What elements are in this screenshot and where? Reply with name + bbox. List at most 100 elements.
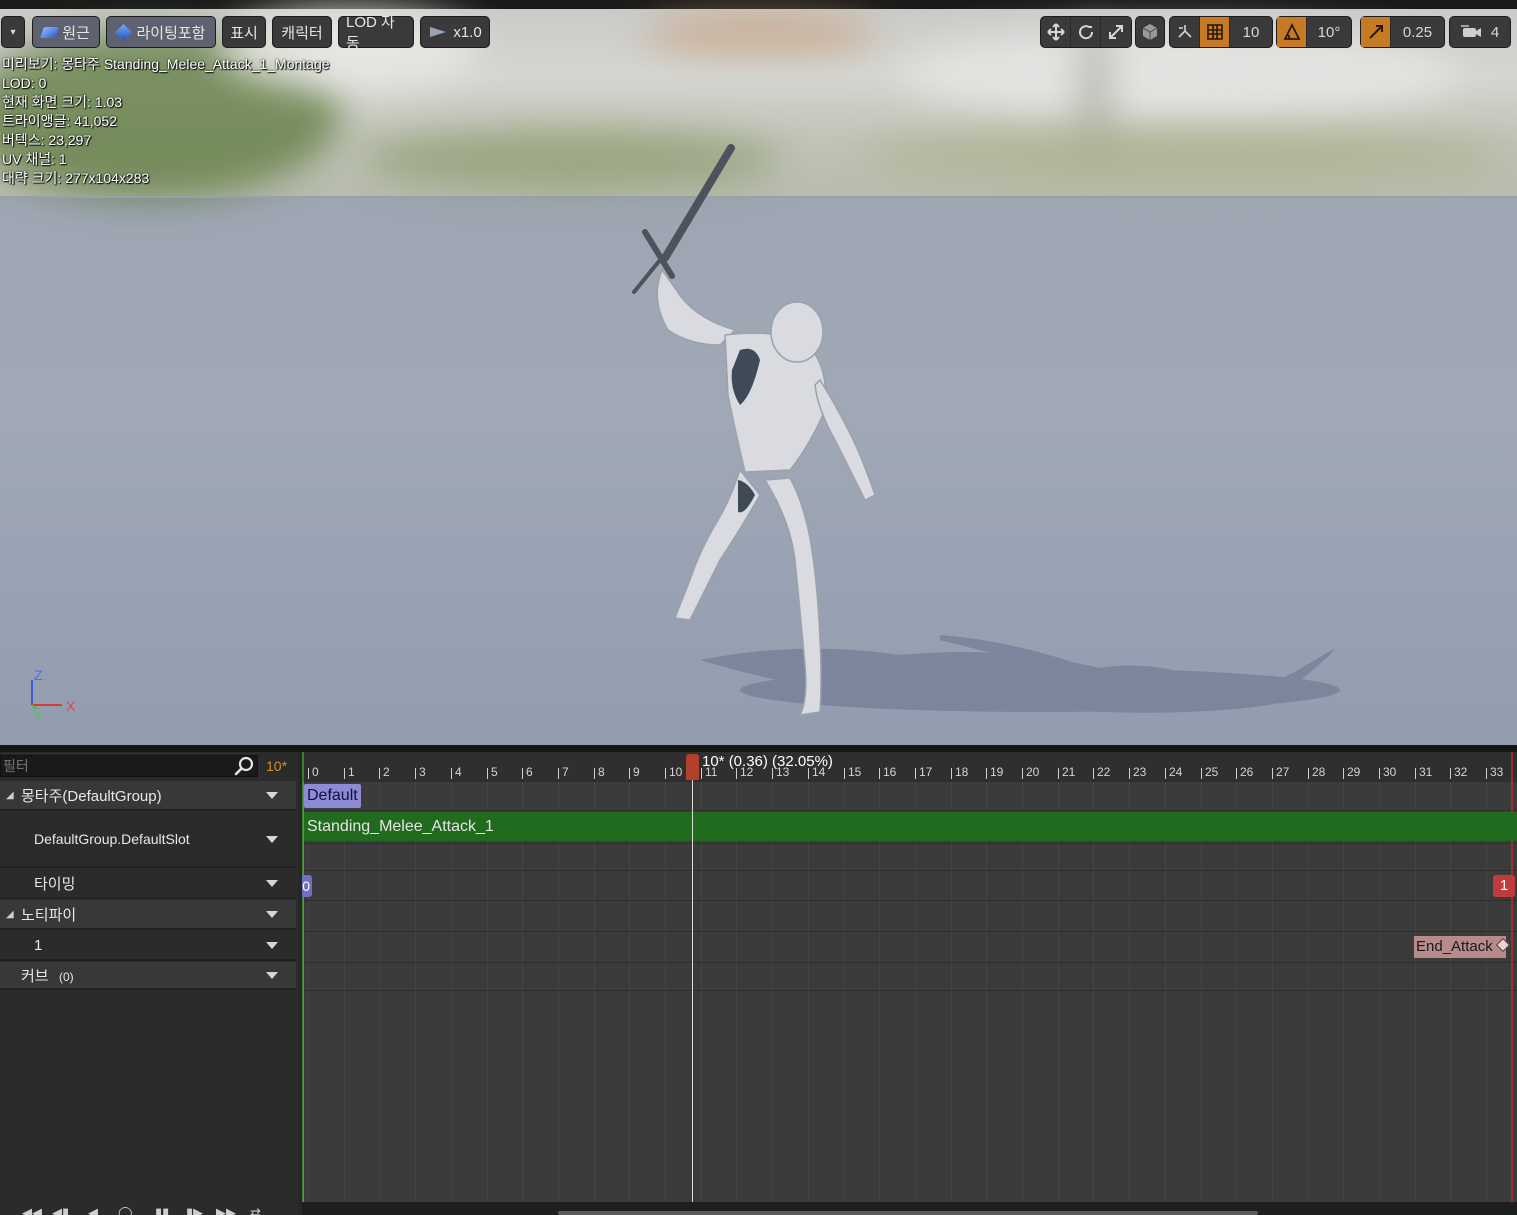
loop-button[interactable]: ⇄ (250, 1206, 261, 1215)
track-filter-input[interactable] (0, 755, 258, 777)
stat-screen-size: 현재 화면 크기: 1.03 (2, 94, 123, 110)
search-icon[interactable] (234, 756, 256, 776)
filter-row: 10* (0, 752, 298, 780)
grid-line (1022, 782, 1023, 1202)
montage-group-row[interactable]: ◢ 몽타주(DefaultGroup) (0, 781, 296, 811)
viewport-options-button[interactable]: ▾ (1, 16, 25, 48)
scale-snap-value: 0.25 (1402, 23, 1433, 41)
notify-end-attack[interactable]: End_Attack (1414, 936, 1506, 958)
show-label: 표시 (230, 24, 258, 42)
ruler-tick-label: 19 (990, 765, 1004, 779)
lod-button[interactable]: LOD 자동 (338, 14, 414, 52)
slot-dropdown-icon[interactable] (266, 835, 278, 843)
scale-tool[interactable] (1101, 17, 1131, 47)
curves-dropdown-icon[interactable] (266, 971, 278, 979)
lane-divider (302, 843, 1517, 844)
step-back-button[interactable]: ◀▮ (52, 1206, 69, 1215)
grid-line (808, 782, 809, 1202)
grid-line (1450, 782, 1451, 1202)
camera-speed-button[interactable]: 4 (1449, 16, 1511, 48)
axis-gizmo: Z X Y (31, 667, 76, 722)
ruler-tick-label: 5 (491, 765, 498, 779)
mannequin-body (656, 268, 876, 716)
ruler-tick-label: 33 (1490, 765, 1504, 779)
ruler-tick-label: 24 (1169, 765, 1183, 779)
rotate-tool[interactable] (1071, 17, 1101, 47)
scale-snap-dropdown[interactable]: 0.25 (1391, 17, 1444, 47)
playback-speed-label: x1.0 (453, 23, 482, 41)
timing-start-marker[interactable]: 0 (302, 875, 312, 897)
ruler-tick (1022, 768, 1023, 779)
character-menu-button[interactable]: 캐릭터 (272, 16, 332, 48)
ruler-tick (1379, 768, 1380, 779)
show-menu-button[interactable]: 표시 (222, 16, 266, 48)
collapse-triangle-icon[interactable]: ◢ (6, 909, 14, 920)
playhead-handle[interactable] (686, 754, 699, 780)
lane-divider (302, 870, 1517, 871)
rotation-snap-dropdown[interactable]: 10° (1307, 17, 1351, 47)
ruler-tick (451, 768, 452, 779)
play-reverse-button[interactable]: ◀ (88, 1206, 98, 1215)
playhead-label: 10* (0.36) (32.05%) (702, 753, 833, 770)
playback-icon (430, 27, 447, 37)
lighting-mode-button[interactable]: 라이팅포함 (106, 16, 216, 48)
scrollbar-thumb[interactable] (558, 1211, 1258, 1215)
montage-group-dropdown-icon[interactable] (266, 791, 278, 799)
frame-rate-label[interactable]: 10* (266, 758, 287, 774)
translate-tool[interactable] (1041, 17, 1071, 47)
grid-line (844, 782, 845, 1202)
montage-section-default[interactable]: Default (304, 784, 361, 808)
transport-controls: ◀◀ ◀▮ ◀ ◯ ▮▮ ▮▶ ▶▶ ⇄ (0, 1204, 298, 1215)
lane-divider (302, 990, 1517, 991)
notifies-row[interactable]: ◢ 노티파이 (0, 900, 296, 930)
perspective-button[interactable]: 원근 (32, 16, 100, 48)
ruler-tick (1272, 768, 1273, 779)
panel-splitter[interactable] (0, 745, 1517, 752)
notifies-dropdown-icon[interactable] (266, 910, 278, 918)
ruler-tick (415, 768, 416, 779)
record-button[interactable]: ◯ (118, 1206, 133, 1215)
timing-end-marker[interactable]: 1 (1493, 875, 1515, 897)
surface-snap-button[interactable] (1170, 17, 1200, 47)
timing-dropdown-icon[interactable] (266, 879, 278, 887)
ruler-tick-label: 15 (848, 765, 862, 779)
scale-snap-toggle[interactable] (1361, 17, 1391, 47)
ruler-tick (915, 768, 916, 779)
curves-row[interactable]: 커브 (0) (0, 962, 296, 990)
montage-group-label: 몽타주(DefaultGroup) (21, 787, 162, 805)
timing-row[interactable]: 타이밍 (0, 869, 296, 899)
ruler-tick (1343, 768, 1344, 779)
playback-speed-button[interactable]: x1.0 (420, 16, 490, 48)
rotation-snap-toggle[interactable] (1277, 17, 1307, 47)
notify-track-label: 1 (34, 936, 43, 954)
time-ruler[interactable]: 0 1 2 3 4 5 6 7 8 9 10 11 12 13 14 15 16 17 18 19 20 21 22 23 24… (302, 752, 1517, 782)
preview-viewport[interactable]: ▾ 원근 라이팅포함 표시 캐릭터 LOD 자동 x1.0 10 10° 0.2… (0, 0, 1517, 745)
ruler-tick-label: 2 (383, 765, 390, 779)
world-local-toggle[interactable] (1135, 16, 1165, 48)
pause-button[interactable]: ▮▮ (155, 1206, 169, 1215)
ruler-tick-label: 0 (312, 765, 319, 779)
grid-line (558, 782, 559, 1202)
ruler-tick-label: 16 (883, 765, 897, 779)
grid-line (308, 782, 309, 1202)
skip-to-start-button[interactable]: ◀◀ (22, 1206, 42, 1215)
rotation-snap-value: 10° (1317, 23, 1341, 41)
ruler-tick (522, 768, 523, 779)
grid-line (379, 782, 380, 1202)
ruler-tick-label: 10 (669, 765, 683, 779)
ruler-tick (879, 768, 880, 779)
slot-row[interactable]: DefaultGroup.DefaultSlot (0, 812, 296, 868)
animation-segment[interactable]: Standing_Melee_Attack_1 (304, 812, 1517, 841)
slot-label: DefaultGroup.DefaultSlot (34, 831, 190, 847)
notify-track-dropdown-icon[interactable] (266, 941, 278, 949)
montage-timeline[interactable]: 0 1 2 3 4 5 6 7 8 9 10 11 12 13 14 15 16 17 18 19 20 21 22 23 24… (302, 752, 1517, 1215)
skip-to-end-button[interactable]: ▶▶ (216, 1206, 236, 1215)
notify-track-row[interactable]: 1 (0, 931, 296, 961)
timeline-horizontal-scrollbar[interactable] (302, 1202, 1517, 1215)
ruler-tick (665, 768, 666, 779)
collapse-triangle-icon[interactable]: ◢ (6, 790, 14, 801)
grid-snap-size-dropdown[interactable]: 10 (1230, 17, 1272, 47)
step-forward-button[interactable]: ▮▶ (186, 1206, 203, 1215)
grid-snap-toggle[interactable] (1200, 17, 1230, 47)
stat-preview-asset: 미리보기: 몽타주 Standing_Melee_Attack_1_Montag… (2, 56, 330, 72)
